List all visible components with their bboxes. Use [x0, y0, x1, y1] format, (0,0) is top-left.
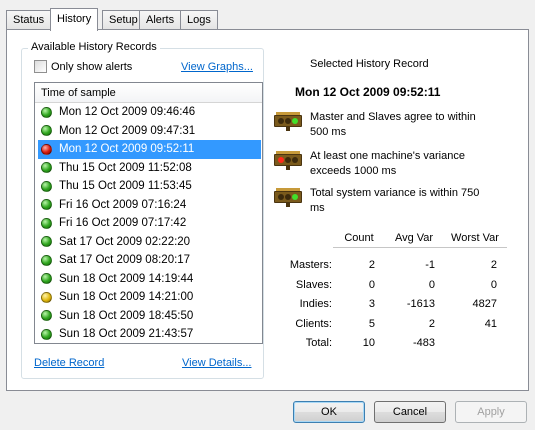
- green-status-icon: [41, 125, 52, 137]
- status-indicator-text: At least one machine's variance exceeds …: [310, 150, 465, 177]
- stats-avg-var-value: 2: [428, 317, 435, 330]
- history-record-row[interactable]: Sun 18 Oct 2009 18:45:50: [35, 307, 262, 326]
- traffic-light-red-icon: [273, 151, 303, 170]
- history-record-time: Fri 16 Oct 2009 07:17:42: [59, 217, 187, 230]
- history-record-row[interactable]: Thu 15 Oct 2009 11:53:45: [35, 177, 262, 196]
- ok-button-label: OK: [321, 406, 337, 418]
- status-indicator-row: Total system variance is within 750 ms: [273, 186, 485, 216]
- view-details-link[interactable]: View Details...: [182, 357, 252, 369]
- history-record-time: Sun 18 Oct 2009 14:19:44: [59, 272, 194, 285]
- delete-record-link[interactable]: Delete Record: [34, 357, 104, 369]
- selected-record-title: Selected History Record: [310, 58, 429, 70]
- history-record-row[interactable]: Mon 12 Oct 2009 09:46:46: [35, 103, 262, 122]
- history-record-time: Mon 12 Oct 2009 09:46:46: [59, 106, 196, 119]
- stats-header-worst-var: Worst Var: [443, 232, 507, 248]
- history-records-rows: Mon 12 Oct 2009 09:46:46 Mon 12 Oct 2009 …: [35, 103, 262, 343]
- history-record-time: Sat 17 Oct 2009 08:20:17: [59, 254, 191, 267]
- history-record-row[interactable]: Sat 17 Oct 2009 08:20:17: [35, 251, 262, 270]
- cancel-button-label: Cancel: [392, 406, 428, 418]
- green-status-icon: [41, 236, 52, 248]
- green-status-icon: [41, 180, 52, 192]
- history-record-time: Thu 15 Oct 2009 11:52:08: [59, 161, 192, 174]
- yellow-status-icon: [41, 291, 52, 303]
- history-record-time: Thu 15 Oct 2009 11:53:45: [59, 180, 192, 193]
- tab-logs[interactable]: Logs: [180, 10, 218, 30]
- tab-status[interactable]: Status: [6, 10, 52, 30]
- stats-count-value: 3: [368, 298, 375, 310]
- history-records-list[interactable]: Time of sample Mon 12 Oct 2009 09:46:46 M…: [34, 82, 263, 344]
- stats-count-value: 5: [368, 317, 375, 330]
- history-record-row[interactable]: Thu 15 Oct 2009 11:52:08: [35, 159, 262, 178]
- stats-header-count: Count: [333, 232, 385, 248]
- green-status-icon: [41, 217, 52, 229]
- cancel-button[interactable]: Cancel: [374, 401, 446, 423]
- history-record-time: Sat 17 Oct 2009 02:22:20: [59, 235, 191, 248]
- traffic-light-green-icon: [273, 112, 303, 131]
- apply-button[interactable]: Apply: [455, 401, 527, 423]
- history-record-row[interactable]: Mon 12 Oct 2009 09:47:31: [35, 122, 262, 141]
- stats-row-label: Indies:: [299, 298, 332, 310]
- stats-row-label: Slaves:: [295, 278, 332, 291]
- history-records-group: Available History Records Only show aler…: [21, 41, 264, 379]
- stats-row-label: Clients:: [295, 317, 332, 330]
- history-record-row[interactable]: Sat 17 Oct 2009 02:22:20: [35, 233, 262, 252]
- history-record-time: Sun 18 Oct 2009 18:45:50: [59, 309, 194, 322]
- history-record-row[interactable]: Fri 16 Oct 2009 07:16:24: [35, 196, 262, 215]
- history-record-row[interactable]: Sun 18 Oct 2009 14:21:00: [35, 288, 262, 307]
- history-record-time: Sun 18 Oct 2009 14:21:00: [59, 291, 194, 304]
- only-alerts-checkbox[interactable]: [34, 60, 47, 73]
- tab-alerts[interactable]: Alerts: [139, 10, 182, 30]
- ok-button[interactable]: OK: [293, 401, 365, 423]
- selected-record-date: Mon 12 Oct 2009 09:52:11: [295, 85, 441, 99]
- stats-worst-var-value: 41: [484, 317, 497, 330]
- stats-count-value: 2: [368, 259, 375, 271]
- history-record-row[interactable]: Fri 16 Oct 2009 07:17:42: [35, 214, 262, 233]
- green-status-icon: [41, 106, 52, 118]
- stats-avg-var-value: -483: [412, 337, 435, 349]
- stats-avg-var-value: -1613: [406, 298, 435, 310]
- history-record-time: Sun 18 Oct 2009 21:43:57: [59, 328, 194, 341]
- stats-count-value: 0: [368, 278, 375, 291]
- status-indicator-row: Master and Slaves agree to within 500 ms: [273, 110, 485, 140]
- time-of-sample-column-header[interactable]: Time of sample: [35, 83, 262, 103]
- view-graphs-link[interactable]: View Graphs...: [181, 61, 253, 73]
- history-records-legend: Available History Records: [28, 41, 160, 53]
- tab-history[interactable]: History: [50, 8, 99, 31]
- stats-worst-var-value: 4827: [472, 298, 497, 310]
- history-tab-panel: Available History Records Only show aler…: [6, 29, 529, 391]
- green-status-icon: [41, 162, 52, 174]
- tab-setup-label: Setup: [109, 14, 138, 26]
- status-indicator-text: Master and Slaves agree to within 500 ms: [310, 111, 476, 138]
- stats-worst-var-value: 2: [490, 259, 497, 271]
- history-record-time: Mon 12 Oct 2009 09:52:11: [59, 143, 195, 156]
- only-alerts-checkbox-row[interactable]: Only show alerts: [34, 60, 132, 73]
- history-record-row[interactable]: Sun 18 Oct 2009 14:19:44: [35, 270, 262, 289]
- green-status-icon: [41, 310, 52, 322]
- history-record-time: Fri 16 Oct 2009 07:16:24: [59, 198, 187, 211]
- apply-button-label: Apply: [477, 406, 505, 418]
- tab-logs-label: Logs: [187, 14, 211, 26]
- stats-row-label: Masters:: [289, 259, 332, 271]
- tab-alerts-label: Alerts: [146, 14, 175, 26]
- stats-row-label: Total:: [305, 337, 332, 349]
- stats-avg-var-value: -1: [425, 259, 435, 271]
- history-record-time: Mon 12 Oct 2009 09:47:31: [59, 124, 196, 137]
- history-record-row[interactable]: Mon 12 Oct 2009 09:52:11: [38, 140, 261, 159]
- green-status-icon: [41, 254, 52, 266]
- history-record-row[interactable]: Sun 18 Oct 2009 21:43:57: [35, 325, 262, 343]
- traffic-light-green-icon: [273, 188, 303, 207]
- status-indicator-row: At least one machine's variance exceeds …: [273, 149, 485, 179]
- tab-history-label: History: [57, 13, 92, 25]
- stats-count-value: 10: [362, 337, 375, 349]
- stats-header-avg-var: Avg Var: [385, 232, 443, 248]
- stats-worst-var-value: 0: [490, 278, 497, 291]
- green-status-icon: [41, 328, 52, 340]
- status-indicator-text: Total system variance is within 750 ms: [310, 187, 480, 214]
- tab-status-label: Status: [13, 14, 45, 26]
- red-status-icon: [41, 143, 52, 155]
- only-alerts-label[interactable]: Only show alerts: [51, 61, 132, 73]
- stats-avg-var-value: 0: [428, 278, 435, 291]
- green-status-icon: [41, 273, 52, 285]
- green-status-icon: [41, 199, 52, 211]
